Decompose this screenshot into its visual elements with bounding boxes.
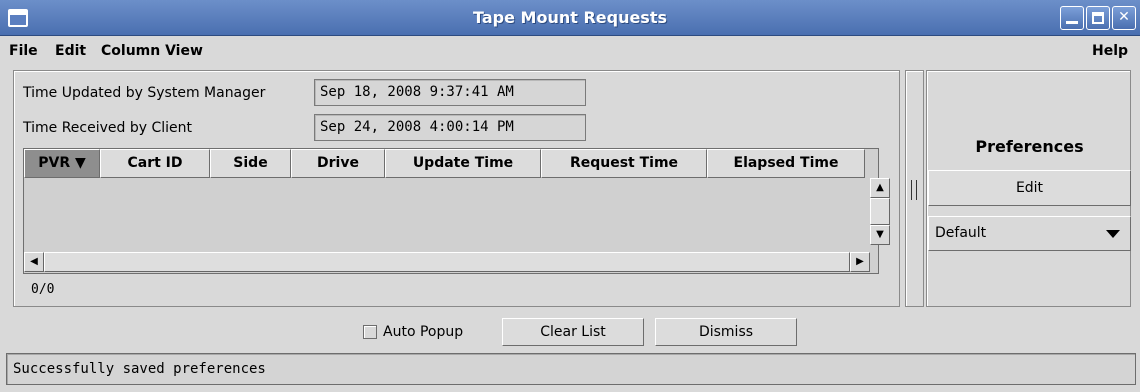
scroll-up-icon[interactable]: ▲	[870, 178, 890, 198]
clear-list-button[interactable]: Clear List	[502, 318, 644, 346]
column-header-drive[interactable]: Drive	[291, 149, 385, 178]
row-count: 0/0	[31, 282, 55, 297]
column-header-update-time[interactable]: Update Time	[385, 149, 541, 178]
minimize-button[interactable]	[1060, 6, 1084, 30]
close-button[interactable]: ✕	[1112, 6, 1136, 30]
close-icon: ✕	[1118, 9, 1130, 25]
auto-popup-label[interactable]: Auto Popup	[383, 324, 463, 340]
requests-panel: Time Updated by System Manager Sep 18, 2…	[13, 70, 900, 307]
scroll-left-icon[interactable]: ◀	[24, 252, 44, 272]
preferences-select[interactable]: Default	[928, 216, 1131, 251]
window-title: Tape Mount Requests	[473, 8, 667, 27]
panel-splitter[interactable]	[905, 70, 924, 307]
time-updated-field: Sep 18, 2008 9:37:41 AM	[314, 79, 586, 106]
table-header: PVR ▼ Cart ID Side Drive Update Time Req…	[24, 149, 869, 178]
menu-file[interactable]: File	[9, 43, 38, 59]
vertical-scroll-thumb[interactable]	[870, 198, 890, 225]
status-bar: Successfully saved preferences	[6, 353, 1136, 385]
time-received-field: Sep 24, 2008 4:00:14 PM	[314, 114, 586, 141]
menu-help[interactable]: Help	[1092, 43, 1128, 59]
preferences-select-value: Default	[935, 225, 987, 241]
vertical-scrollbar[interactable]: ▲ ▼	[870, 178, 890, 245]
menu-edit[interactable]: Edit	[55, 43, 86, 59]
column-header-pvr[interactable]: PVR ▼	[24, 149, 100, 178]
edit-preferences-button[interactable]: Edit	[928, 170, 1131, 206]
preferences-panel: Preferences Edit Default	[926, 70, 1131, 307]
column-header-elapsed-time[interactable]: Elapsed Time	[707, 149, 865, 178]
chevron-down-icon	[1106, 230, 1120, 238]
horizontal-scroll-thumb[interactable]	[44, 252, 850, 272]
column-header-cart-id[interactable]: Cart ID	[100, 149, 210, 178]
preferences-title: Preferences	[975, 137, 1084, 156]
menu-column-view[interactable]: Column View	[101, 43, 203, 59]
dismiss-button[interactable]: Dismiss	[655, 318, 797, 346]
horizontal-scrollbar[interactable]: ◀ ▶	[24, 252, 870, 272]
splitter-grip-icon[interactable]	[911, 180, 917, 200]
menu-bar: File Edit Column View Help	[0, 37, 1140, 65]
scroll-down-icon[interactable]: ▼	[870, 225, 890, 245]
auto-popup-checkbox[interactable]	[363, 325, 377, 339]
title-bar[interactable]: Tape Mount Requests ✕	[0, 0, 1140, 36]
column-header-side[interactable]: Side	[210, 149, 291, 178]
maximize-button[interactable]	[1086, 6, 1110, 30]
column-header-request-time[interactable]: Request Time	[541, 149, 707, 178]
time-updated-label: Time Updated by System Manager	[23, 85, 266, 101]
time-received-label: Time Received by Client	[23, 120, 193, 136]
requests-table[interactable]: PVR ▼ Cart ID Side Drive Update Time Req…	[23, 148, 890, 274]
scroll-right-icon[interactable]: ▶	[850, 252, 870, 272]
